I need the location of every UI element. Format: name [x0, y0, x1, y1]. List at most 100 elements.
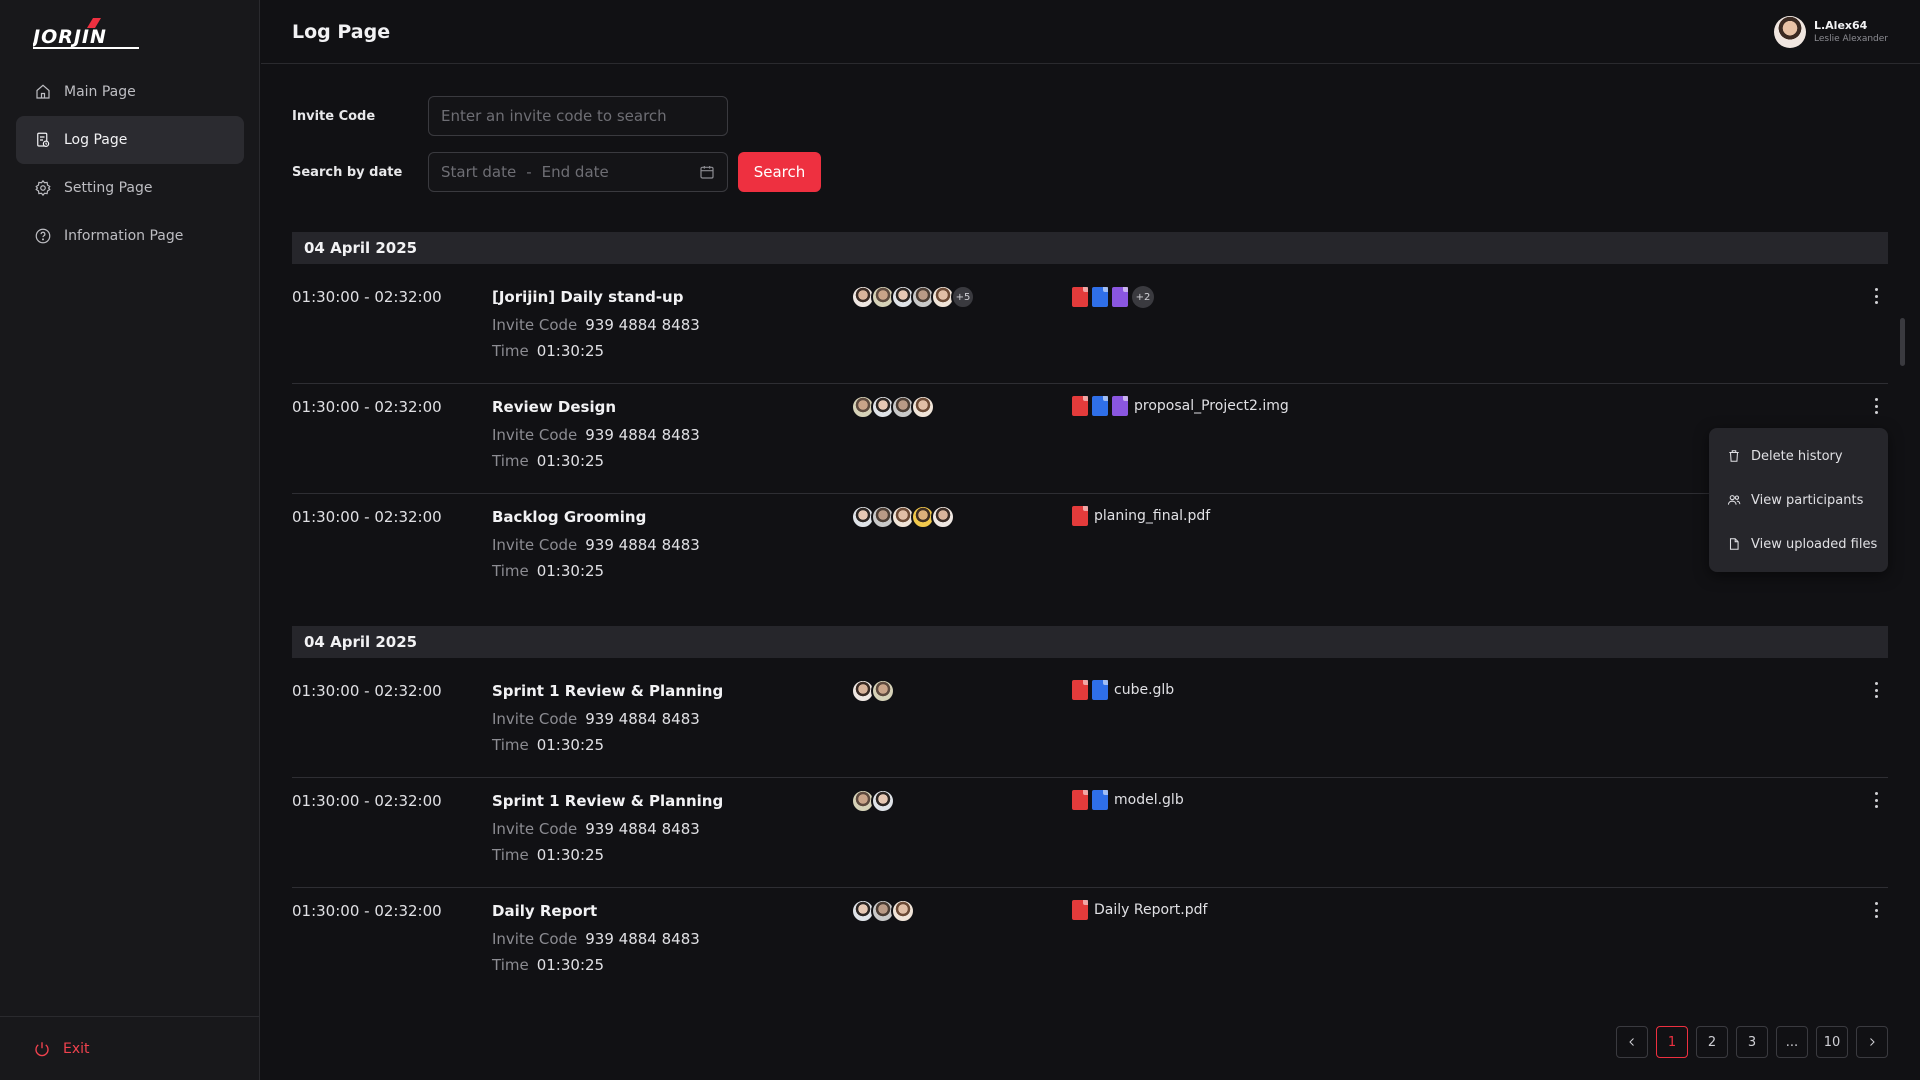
time-label: Time	[492, 562, 529, 580]
calendar-icon[interactable]	[699, 164, 715, 180]
page-button[interactable]: 3	[1736, 1026, 1768, 1058]
page-button[interactable]: 1	[1656, 1026, 1688, 1058]
scrollbar-thumb[interactable]	[1900, 318, 1905, 366]
participant-avatar[interactable]	[871, 789, 895, 813]
file-name[interactable]: planing_final.pdf	[1094, 508, 1210, 524]
delete-history-menu-item[interactable]: Delete history	[1709, 434, 1888, 478]
exit-button[interactable]: Exit	[33, 1040, 90, 1058]
row-time-range: 01:30:00 - 02:32:00	[292, 902, 442, 920]
participant-avatars[interactable]	[851, 505, 955, 529]
duration-value: 01:30:25	[536, 342, 605, 360]
participants-more-badge[interactable]: +5	[951, 285, 975, 309]
invite-code-label: Invite Code	[492, 426, 578, 444]
row-duration: Time 01:30:25	[492, 956, 604, 974]
pdf-file-icon[interactable]	[1072, 287, 1088, 307]
participant-avatar[interactable]	[891, 899, 915, 923]
sidebar-item-label: Main Page	[64, 84, 136, 100]
participant-avatar[interactable]	[931, 505, 955, 529]
pdf-file-icon[interactable]	[1072, 900, 1088, 920]
more-options-icon[interactable]	[1870, 900, 1882, 920]
search-button[interactable]: Search	[738, 152, 821, 192]
row-duration: Time 01:30:25	[492, 846, 604, 864]
menu-item-label: View participants	[1751, 492, 1864, 508]
pdf-file-icon[interactable]	[1072, 790, 1088, 810]
page-button[interactable]: 10	[1816, 1026, 1848, 1058]
jorjin-logo[interactable]: JORJIN	[33, 16, 143, 54]
sidebar-item-main-page[interactable]: Main Page	[16, 68, 244, 116]
more-options-icon[interactable]	[1870, 790, 1882, 810]
view-uploaded-files-menu-item[interactable]: View uploaded files	[1709, 522, 1888, 566]
date-separator: -	[526, 163, 532, 181]
sidebar-item-setting-page[interactable]: Setting Page	[16, 164, 244, 212]
next-page-button[interactable]	[1856, 1026, 1888, 1058]
file-name[interactable]: Daily Report.pdf	[1094, 902, 1207, 918]
page-button[interactable]: 2	[1696, 1026, 1728, 1058]
pdf-file-icon[interactable]	[1072, 680, 1088, 700]
file-name[interactable]: proposal_Project2.img	[1134, 398, 1289, 414]
doc-file-icon[interactable]	[1092, 396, 1108, 416]
img-file-icon[interactable]	[1112, 287, 1128, 307]
participant-avatars[interactable]	[851, 679, 895, 703]
doc-file-icon[interactable]	[1092, 790, 1108, 810]
search-by-date-label: Search by date	[292, 164, 403, 180]
doc-file-icon[interactable]	[1092, 680, 1108, 700]
participant-avatar[interactable]	[911, 395, 935, 419]
row-duration: Time 01:30:25	[492, 736, 604, 754]
chevron-left-icon	[1629, 1038, 1634, 1046]
pdf-file-icon[interactable]	[1072, 396, 1088, 416]
invite-code-input[interactable]: Enter an invite code to search	[428, 96, 728, 136]
file-name[interactable]: model.glb	[1114, 792, 1184, 808]
img-file-icon[interactable]	[1112, 396, 1128, 416]
file-name[interactable]: cube.glb	[1114, 682, 1174, 698]
participant-avatars[interactable]	[851, 899, 915, 923]
date-range-input[interactable]: Start date - End date	[428, 152, 728, 192]
sidebar-item-label: Setting Page	[64, 180, 153, 196]
log-row[interactable]: 01:30:00 - 02:32:00 Review Design Invite C…	[292, 384, 1888, 494]
previous-page-button[interactable]	[1616, 1026, 1648, 1058]
uploaded-files: proposal_Project2.img	[1072, 396, 1289, 416]
files-more-badge[interactable]: +2	[1132, 286, 1154, 308]
time-label: Time	[492, 956, 529, 974]
doc-file-icon[interactable]	[1092, 287, 1108, 307]
time-label: Time	[492, 846, 529, 864]
invite-code-value: 939 4884 8483	[585, 426, 700, 444]
participant-avatars[interactable]: +5	[851, 285, 975, 309]
invite-code-value: 939 4884 8483	[585, 820, 700, 838]
menu-item-label: View uploaded files	[1751, 536, 1878, 552]
invite-code-label: Invite Code	[292, 108, 376, 124]
users-icon	[1727, 495, 1741, 505]
page-title: Log Page	[292, 20, 391, 43]
view-participants-menu-item[interactable]: View participants	[1709, 478, 1888, 522]
log-row[interactable]: 01:30:00 - 02:32:00 Daily Report Invite Co…	[292, 888, 1888, 998]
time-label: Time	[492, 452, 529, 470]
more-options-icon[interactable]	[1870, 680, 1882, 700]
participant-avatar[interactable]	[871, 679, 895, 703]
user-avatar[interactable]	[1773, 15, 1806, 48]
day-header: 04 April 2025	[292, 626, 1888, 658]
row-invite-code: Invite Code 939 4884 8483	[492, 316, 700, 334]
invite-code-value: 939 4884 8483	[585, 316, 700, 334]
menu-item-label: Delete history	[1751, 448, 1843, 464]
log-row[interactable]: 01:30:00 - 02:32:00 Sprint 1 Review & Pla…	[292, 778, 1888, 888]
log-row[interactable]: 01:30:00 - 02:32:00 Backlog Grooming Invit…	[292, 494, 1888, 604]
more-options-icon[interactable]	[1870, 286, 1882, 306]
log-row[interactable]: 01:30:00 - 02:32:00 [Jorijin] Daily stand…	[292, 274, 1888, 384]
user-profile[interactable]: L.Alex64 Leslie Alexander	[1773, 15, 1888, 48]
sidebar: JORJIN Main Page Log Page Setting Page I…	[0, 0, 260, 1080]
participant-avatars[interactable]	[851, 395, 935, 419]
pdf-file-icon[interactable]	[1072, 506, 1088, 526]
sidebar-footer: Exit	[0, 1016, 259, 1080]
more-options-icon[interactable]	[1870, 396, 1882, 416]
row-invite-code: Invite Code 939 4884 8483	[492, 930, 700, 948]
invite-code-label: Invite Code	[492, 710, 578, 728]
time-label: Time	[492, 736, 529, 754]
participant-avatars[interactable]	[851, 789, 895, 813]
page-button[interactable]: ...	[1776, 1026, 1808, 1058]
log-row[interactable]: 01:30:00 - 02:32:00 Sprint 1 Review & Pla…	[292, 668, 1888, 778]
sidebar-item-log-page[interactable]: Log Page	[16, 116, 244, 164]
uploaded-files: Daily Report.pdf	[1072, 900, 1207, 920]
row-title: Daily Report	[492, 902, 598, 920]
power-icon	[35, 1041, 49, 1056]
trash-icon	[1729, 450, 1739, 462]
sidebar-item-information-page[interactable]: Information Page	[16, 212, 244, 260]
